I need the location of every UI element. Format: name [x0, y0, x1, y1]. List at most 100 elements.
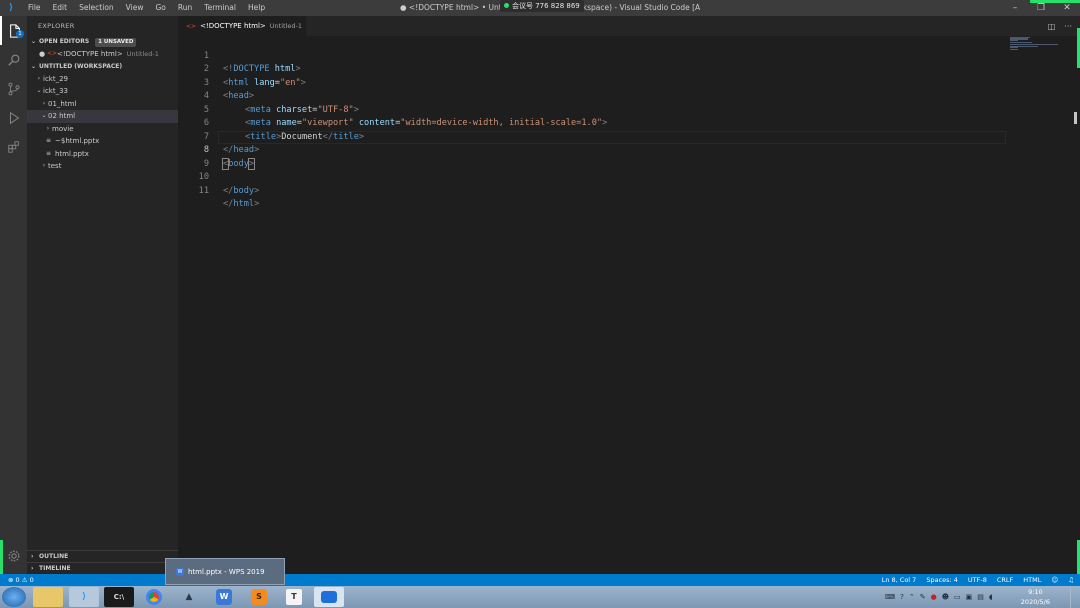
explorer-title: EXPLORER	[38, 22, 75, 30]
explorer-icon[interactable]: 1	[0, 16, 27, 45]
code-line: 5 <meta name="viewport" content="width=d…	[178, 90, 607, 129]
tree-item-tmp-pptx[interactable]: ≡ ~$html.pptx	[27, 135, 178, 148]
wps-taskbar-icon[interactable]: W	[209, 587, 239, 607]
sublime-icon[interactable]: S	[244, 587, 274, 607]
volume-icon[interactable]: ◖	[989, 593, 993, 601]
record-icon[interactable]: ●	[931, 593, 937, 601]
display-icon[interactable]: ▣	[966, 593, 973, 601]
file-explorer-icon[interactable]	[33, 587, 63, 607]
code-token: </	[223, 145, 234, 155]
code-token: name	[270, 118, 297, 128]
code-token: >	[254, 199, 260, 209]
menu-run[interactable]: Run	[172, 0, 198, 16]
problems-indicator[interactable]: ⊗ 0 ⚠ 0	[8, 574, 34, 586]
menu-go[interactable]: Go	[149, 0, 171, 16]
code-text: </head>	[223, 144, 259, 158]
tab-desc: Untitled-1	[269, 22, 302, 30]
unsaved-dot-icon[interactable]: ●	[39, 48, 47, 61]
source-control-icon[interactable]	[0, 74, 27, 103]
tree-item-ickt29[interactable]: › ickt_29	[27, 73, 178, 86]
meeting-dot-icon	[504, 3, 509, 8]
menu-help[interactable]: Help	[242, 0, 271, 16]
feedback-icon[interactable]: ☺	[1051, 574, 1058, 586]
menu-selection[interactable]: Selection	[73, 0, 120, 16]
bell-icon[interactable]: ♫	[1068, 574, 1074, 586]
pen-icon[interactable]: ✎	[920, 593, 926, 601]
tree-item-test[interactable]: › test	[27, 160, 178, 173]
gear-icon[interactable]	[0, 541, 27, 570]
minimap[interactable]	[1010, 36, 1070, 56]
tray-expand-icon[interactable]: ⌃	[909, 593, 915, 601]
graduation-cap-icon[interactable]: ▲	[174, 587, 204, 607]
user-icon[interactable]: ☻	[942, 593, 949, 601]
typora-icon[interactable]: T	[279, 587, 309, 607]
workspace-section[interactable]: ⌄ UNTITLED (WORKSPACE)	[27, 61, 178, 73]
chevron-right-icon: ›	[37, 74, 41, 82]
activity-bar: 1	[0, 16, 27, 574]
unsaved-badge: 1 UNSAVED	[95, 37, 137, 47]
timeline-label: TIMELINE	[39, 564, 71, 572]
tree-item-01html[interactable]: › 01_html	[27, 98, 178, 111]
keyboard-icon[interactable]: ⌨	[885, 593, 895, 601]
open-editor-item[interactable]: ● <> <!DOCTYPE html> Untitled-1	[27, 48, 178, 61]
more-actions-icon[interactable]: ···	[1064, 22, 1072, 31]
help-icon[interactable]: ?	[900, 593, 904, 601]
code-token: "viewport"	[301, 118, 354, 128]
code-editor[interactable]: 1 <!DOCTYPE html> 2 <html lang="en"> 3 <…	[178, 36, 1080, 574]
split-editor-icon[interactable]: ◫	[1048, 22, 1056, 31]
extensions-icon[interactable]	[0, 132, 27, 161]
chrome-icon[interactable]	[139, 587, 169, 607]
line-ending[interactable]: CRLF	[997, 574, 1013, 586]
meeting-app-icon[interactable]	[314, 587, 344, 607]
code-token: DOCTYPE	[233, 64, 270, 74]
vscode-taskbar-icon[interactable]: ⟩	[69, 587, 99, 607]
clock-date: 2020/5/6	[1020, 598, 1050, 606]
menu-terminal[interactable]: Terminal	[198, 0, 242, 16]
code-text: </body>	[223, 185, 259, 199]
tree-item-movie[interactable]: › movie	[27, 123, 178, 136]
status-items: Ln 8, Col 7 Spaces: 4 UTF-8 CRLF HTML ☺ …	[872, 574, 1074, 586]
code-token: </	[223, 199, 234, 209]
tree-item-html-pptx[interactable]: ≡ html.pptx	[27, 148, 178, 161]
chat-icon[interactable]: ▭	[954, 593, 961, 601]
tab-untitled-1[interactable]: <> <!DOCTYPE html> Untitled-1	[178, 16, 306, 36]
code-token: "width=device-width, initial-scale=1.0"	[400, 118, 603, 128]
show-desktop-button[interactable]	[1070, 586, 1080, 608]
preview-label: html.pptx - WPS 2019	[188, 567, 265, 576]
terminal-icon[interactable]: C:\	[104, 587, 134, 607]
minimize-icon[interactable]: –	[1002, 0, 1028, 16]
network-icon[interactable]: ▤	[977, 593, 984, 601]
tree-item-label: test	[48, 162, 62, 170]
menu-edit[interactable]: Edit	[47, 0, 74, 16]
timeline-section[interactable]: › TIMELINE	[27, 562, 178, 574]
outline-section[interactable]: › OUTLINE	[27, 550, 178, 562]
system-clock[interactable]: 9:10 2020/5/6	[1021, 587, 1050, 607]
vscode-logo-icon: ⟩	[8, 3, 14, 13]
chevron-down-icon: ⌄	[36, 87, 42, 94]
tree-item-ickt33[interactable]: ⌄ ickt_33	[27, 85, 178, 98]
menu-file[interactable]: File	[22, 0, 47, 16]
code-line: 6 <title>Document</title>	[178, 104, 364, 142]
open-editors-section[interactable]: ⌄ OPEN EDITORS 1 UNSAVED	[27, 36, 178, 48]
encoding[interactable]: UTF-8	[968, 574, 987, 586]
menu-view[interactable]: View	[120, 0, 150, 16]
code-token: >	[353, 104, 359, 115]
run-debug-icon[interactable]	[0, 103, 27, 132]
chevron-right-icon: ›	[46, 124, 50, 132]
text-cursor	[254, 157, 256, 169]
chevron-right-icon: ›	[42, 162, 46, 169]
code-text: <html lang="en">	[223, 77, 306, 91]
language-mode[interactable]: HTML	[1023, 574, 1041, 586]
code-token: meta	[250, 118, 271, 128]
code-token: >	[254, 185, 260, 196]
search-icon[interactable]	[0, 45, 27, 74]
tree-item-02html[interactable]: ⌄ 02 html	[27, 110, 178, 123]
file-lines-icon: ≡	[46, 149, 52, 157]
start-button[interactable]	[2, 587, 26, 607]
cursor-position[interactable]: Ln 8, Col 7	[882, 574, 917, 586]
open-editors-label: OPEN EDITORS	[39, 38, 90, 45]
tree-item-label: ickt_33	[43, 87, 68, 95]
taskbar-preview[interactable]: W html.pptx - WPS 2019	[165, 558, 285, 585]
menu-bar: File Edit Selection View Go Run Terminal…	[22, 0, 271, 16]
indentation[interactable]: Spaces: 4	[926, 574, 958, 586]
